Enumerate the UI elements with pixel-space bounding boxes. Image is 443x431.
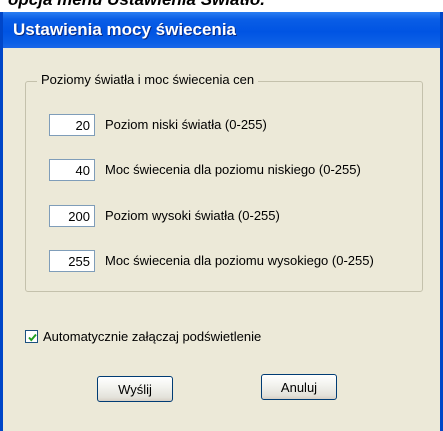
dialog-body: Poziomy światła i moc świecenia cen Pozi… xyxy=(3,48,440,431)
page-caption: opcja menu Ustawienia Światło. xyxy=(8,0,265,10)
window-title: Ustawienia mocy świecenia xyxy=(13,20,236,39)
send-button[interactable]: Wyślij xyxy=(97,376,173,402)
low-power-label: Moc świecenia dla poziomu niskiego (0-25… xyxy=(105,162,361,177)
checkmark-icon xyxy=(28,333,37,342)
title-bar[interactable]: Ustawienia mocy świecenia xyxy=(3,12,440,48)
auto-backlight-checkbox[interactable] xyxy=(25,330,38,343)
cancel-button[interactable]: Anuluj xyxy=(261,374,337,400)
low-level-label: Poziom niski światła (0-255) xyxy=(105,117,267,132)
low-power-input[interactable] xyxy=(49,159,95,181)
settings-dialog: Ustawienia mocy świecenia Poziomy światł… xyxy=(0,12,443,431)
groupbox-title: Poziomy światła i moc świecenia cen xyxy=(37,72,259,87)
high-level-label: Poziom wysoki światła (0-255) xyxy=(105,208,280,223)
auto-backlight-label: Automatycznie załączaj podświetlenie xyxy=(43,329,262,344)
high-power-label: Moc świecenia dla poziomu wysokiego (0-2… xyxy=(105,253,374,268)
high-power-input[interactable] xyxy=(49,250,95,272)
high-level-input[interactable] xyxy=(49,205,95,227)
low-level-input[interactable] xyxy=(49,114,95,136)
